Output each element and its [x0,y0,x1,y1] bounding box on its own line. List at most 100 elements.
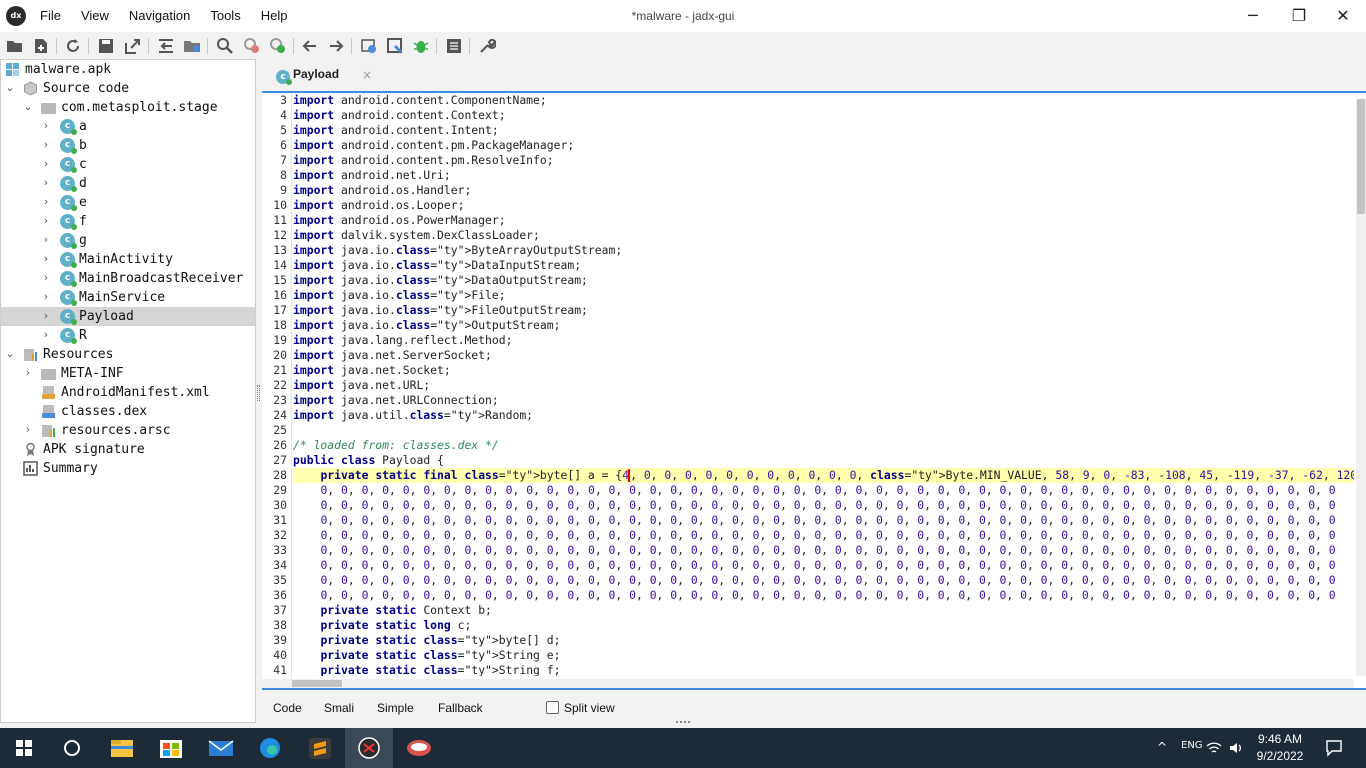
menu-view[interactable]: View [71,0,119,32]
tree-item-class[interactable]: › c d [1,174,255,193]
code-line[interactable]: import dalvik.system.DexClassLoader; [293,228,540,243]
tab-close-icon[interactable]: × [362,68,372,82]
tree-item-package[interactable]: ⌄ com.metasploit.stage [1,98,255,117]
code-line[interactable]: /* loaded from: classes.dex */ [293,438,499,453]
preferences-wrench-icon[interactable] [478,37,496,55]
code-line[interactable]: import android.os.PowerManager; [293,213,506,228]
tab-code[interactable]: Code [273,701,302,715]
code-line[interactable]: 0, 0, 0, 0, 0, 0, 0, 0, 0, 0, 0, 0, 0, 0… [293,588,1335,603]
debug-bug-icon[interactable] [412,37,430,55]
scrollbar-thumb[interactable] [292,680,342,687]
menu-navigation[interactable]: Navigation [119,0,200,32]
sublime-text-icon[interactable] [296,728,344,768]
panel-splitter[interactable] [257,385,260,401]
expand-arrow-icon[interactable]: › [40,119,52,133]
code-line[interactable]: 0, 0, 0, 0, 0, 0, 0, 0, 0, 0, 0, 0, 0, 0… [293,573,1335,588]
code-area[interactable]: import android.content.ComponentName; imp… [293,93,1354,676]
resize-grip[interactable] [676,721,690,724]
reload-icon[interactable] [64,37,82,55]
code-line[interactable]: 0, 0, 0, 0, 0, 0, 0, 0, 0, 0, 0, 0, 0, 0… [293,483,1335,498]
code-line[interactable]: private static Context b; [293,603,491,618]
code-line[interactable]: import android.os.Handler; [293,183,471,198]
network-tool-icon[interactable] [395,728,443,768]
close-window-button[interactable]: ✕ [1320,0,1366,32]
code-line[interactable]: import java.util.class="ty">Random; [293,408,533,423]
code-line[interactable]: private static long c; [293,618,471,633]
tree-item-manifest[interactable]: AndroidManifest.xml [1,383,255,402]
expand-arrow-icon[interactable]: ⌄ [22,100,34,114]
microsoft-store-icon[interactable] [147,728,195,768]
add-files-icon[interactable] [32,37,50,55]
tree-item-class[interactable]: › c R [1,326,255,345]
sync-with-tree-icon[interactable] [157,37,175,55]
expand-arrow-icon[interactable]: ⌄ [4,81,16,95]
tray-chevron-icon[interactable]: ^ [1157,740,1167,754]
code-line[interactable]: import java.io.class="ty">DataOutputStre… [293,273,588,288]
flatten-packages-icon[interactable] [183,37,201,55]
notification-center-icon[interactable] [1325,739,1343,757]
cortana-search-icon[interactable] [48,728,96,768]
expand-arrow-icon[interactable]: › [40,176,52,190]
back-arrow-icon[interactable] [301,37,319,55]
tree-item-summary[interactable]: Summary [1,459,255,478]
code-line[interactable]: public class Payload { [293,453,444,468]
code-line[interactable]: private static class="ty">String f; [293,663,560,676]
code-line[interactable]: 0, 0, 0, 0, 0, 0, 0, 0, 0, 0, 0, 0, 0, 0… [293,513,1335,528]
tab-smali[interactable]: Smali [324,701,354,715]
code-line[interactable]: private static class="ty">byte[] d; [293,633,560,648]
windows-start-icon[interactable] [0,728,48,768]
search-icon[interactable] [216,37,234,55]
code-line[interactable]: import java.io.class="ty">OutputStream; [293,318,561,333]
expand-arrow-icon[interactable]: ⌄ [4,347,16,361]
code-line[interactable]: import android.content.Context; [293,108,506,123]
mail-icon[interactable] [197,728,245,768]
expand-arrow-icon[interactable]: › [40,195,52,209]
code-line[interactable]: import android.content.pm.PackageManager… [293,138,574,153]
tree-item-class[interactable]: › c e [1,193,255,212]
log-viewer-icon[interactable] [445,37,463,55]
jadx-gui-taskbar-icon[interactable] [345,728,393,768]
file-explorer-icon[interactable] [98,728,146,768]
tree-item-dex[interactable]: classes.dex [1,402,255,421]
tab-fallback[interactable]: Fallback [438,701,483,715]
expand-arrow-icon[interactable]: › [40,328,52,342]
tree-item-class[interactable]: › c a [1,117,255,136]
tree-item-arsc[interactable]: › resources.arsc [1,421,255,440]
expand-arrow-icon[interactable]: › [22,366,34,380]
scrollbar-thumb[interactable] [1357,99,1365,214]
tree-item-meta-inf[interactable]: › META-INF [1,364,255,383]
code-line[interactable]: import java.io.class="ty">FileOutputStre… [293,303,588,318]
expand-arrow-icon[interactable]: › [40,233,52,247]
tree-item-class[interactable]: › c MainActivity [1,250,255,269]
code-line[interactable]: 0, 0, 0, 0, 0, 0, 0, 0, 0, 0, 0, 0, 0, 0… [293,543,1335,558]
decompile-all-icon[interactable] [360,37,378,55]
tree-item-class[interactable]: › c f [1,212,255,231]
export-icon[interactable] [124,37,142,55]
code-line[interactable]: 0, 0, 0, 0, 0, 0, 0, 0, 0, 0, 0, 0, 0, 0… [293,558,1335,573]
forward-arrow-icon[interactable] [327,37,345,55]
code-editor[interactable]: 3 4 5 6 7 8 9 10 11 12 13 14 15 16 17 18 19 20 21 22 23 24 25 2… [262,91,1366,688]
tree-item-class-selected[interactable]: › c Payload [1,307,255,326]
tree-item-class[interactable]: › c MainBroadcastReceiver [1,269,255,288]
code-line[interactable]: import java.io.class="ty">DataInputStrea… [293,258,581,273]
ime-indicator[interactable]: ENG [1181,740,1203,751]
split-view-checkbox[interactable] [546,701,559,714]
find-class-icon[interactable] [243,37,261,55]
open-file-icon[interactable] [6,37,24,55]
horizontal-scrollbar[interactable] [262,679,1354,688]
code-line[interactable]: import java.net.Socket; [293,363,451,378]
vertical-scrollbar[interactable] [1356,99,1366,676]
edge-browser-icon[interactable] [246,728,294,768]
code-line[interactable]: 0, 0, 0, 0, 0, 0, 0, 0, 0, 0, 0, 0, 0, 0… [293,528,1335,543]
wifi-icon[interactable] [1206,741,1222,755]
volume-icon[interactable] [1228,741,1244,755]
tree-item-class[interactable]: › c b [1,136,255,155]
code-line[interactable]: import java.net.ServerSocket; [293,348,492,363]
expand-arrow-icon[interactable]: › [40,252,52,266]
code-line[interactable]: import android.content.Intent; [293,123,499,138]
tree-item-resources[interactable]: ⌄ Resources [1,345,255,364]
tree-item-class[interactable]: › c c [1,155,255,174]
code-line[interactable]: import android.net.Uri; [293,168,451,183]
menu-help[interactable]: Help [251,0,298,32]
expand-arrow-icon[interactable]: › [40,138,52,152]
